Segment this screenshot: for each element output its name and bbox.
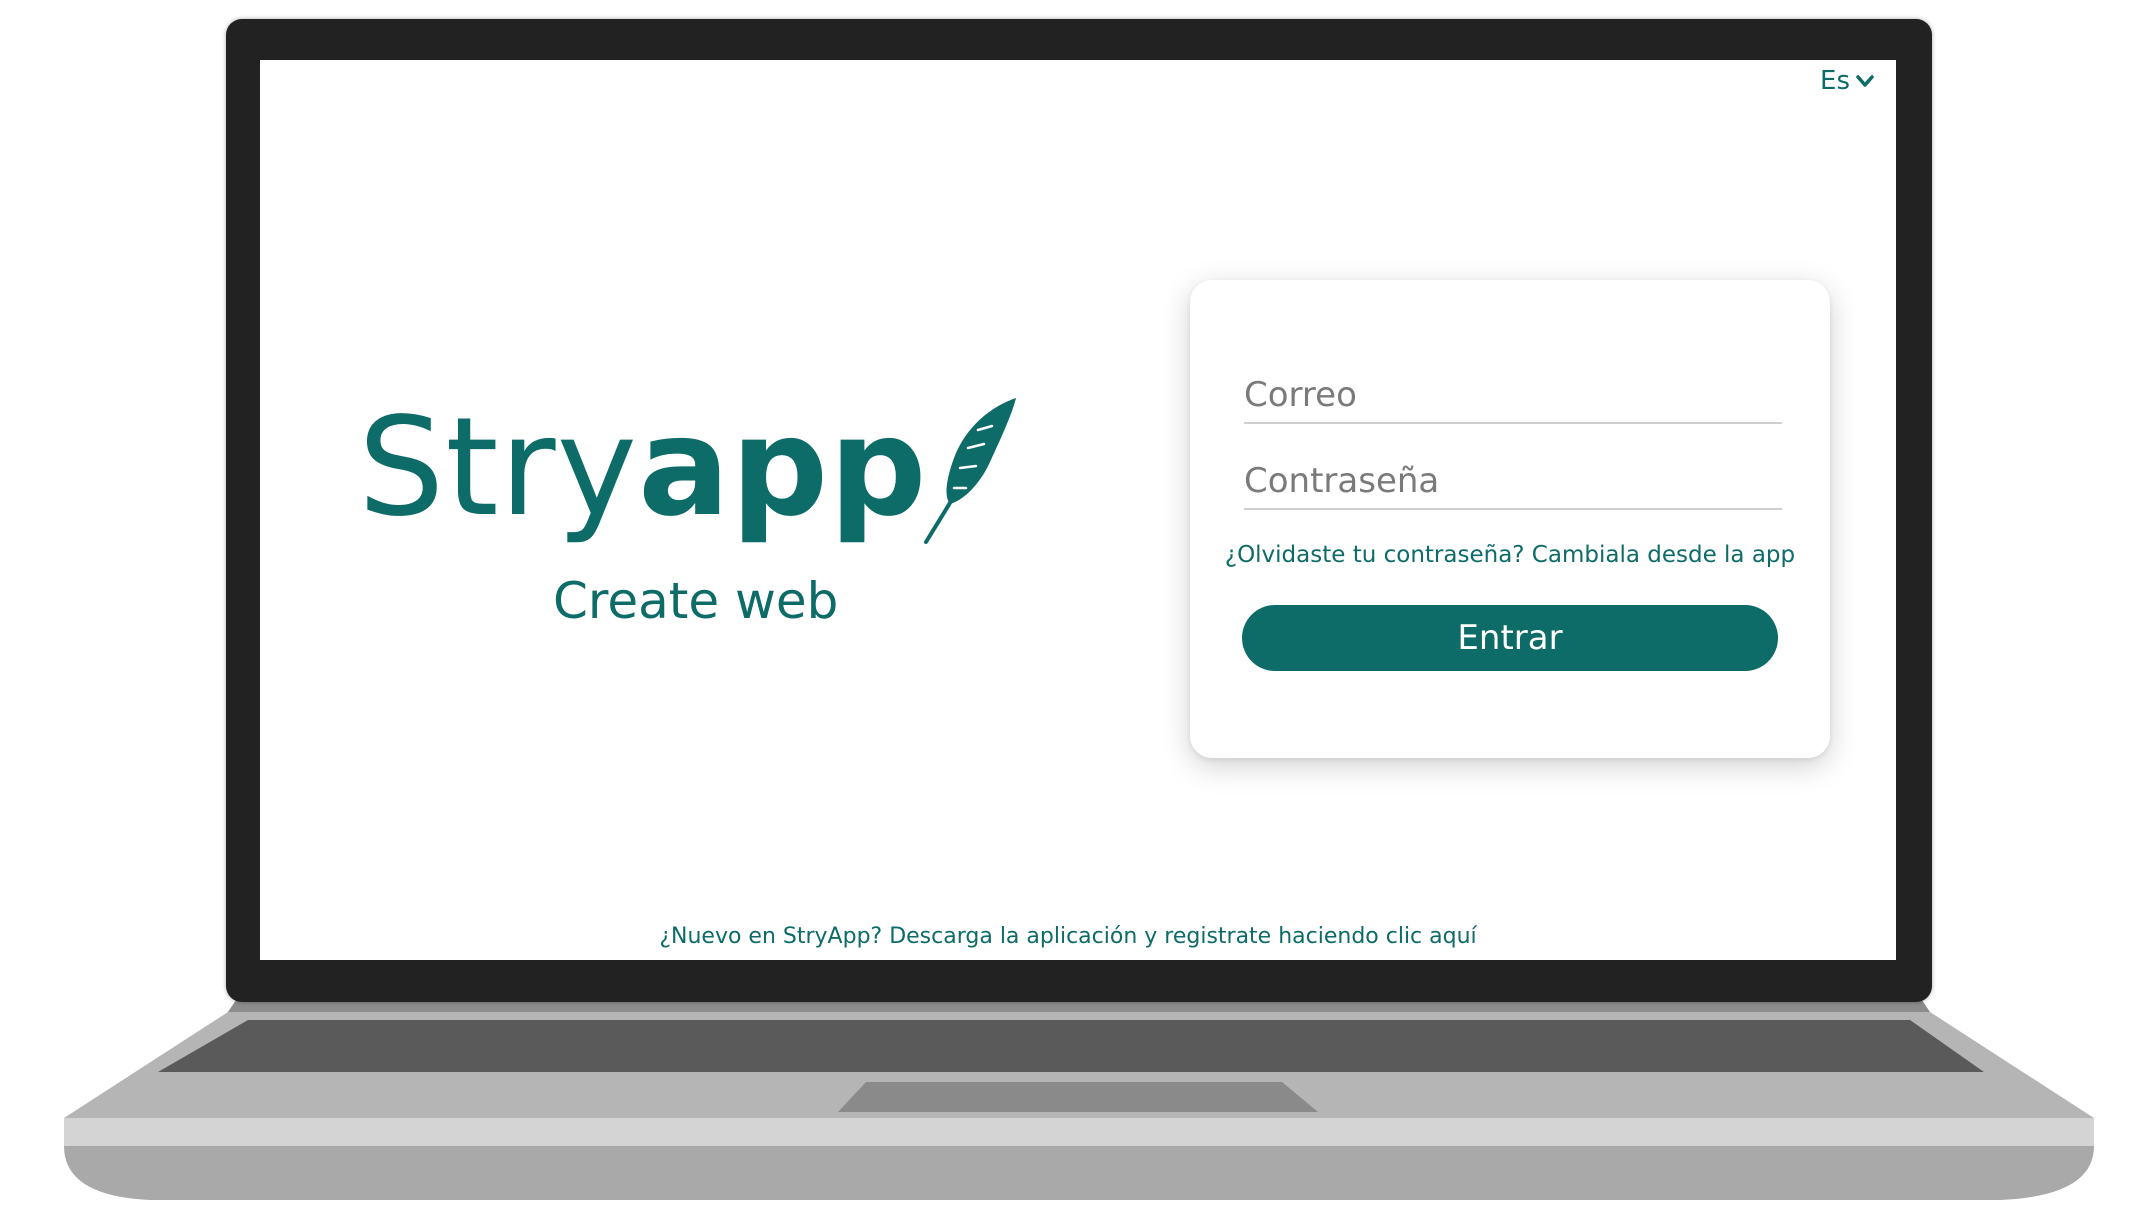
keyboard-deck [158, 1020, 1984, 1072]
trackpad [838, 1082, 1318, 1112]
brand-name-light: Stry [358, 389, 639, 547]
app-screen: Es Stryapp Create web ¿Olvidaste tu cont… [260, 60, 1896, 960]
email-field[interactable] [1244, 368, 1782, 424]
password-field[interactable] [1244, 454, 1782, 510]
login-button[interactable]: Entrar [1242, 605, 1778, 671]
brand-logo-wordmark: Stryapp [358, 400, 928, 536]
signup-link[interactable]: ¿Nuevo en StryApp? Descarga la aplicació… [260, 924, 1876, 949]
brand-block: Stryapp Create web [358, 398, 1016, 660]
laptop-mockup: Es Stryapp Create web ¿Olvidaste tu cont… [0, 0, 2147, 1208]
feather-icon [924, 398, 1016, 544]
language-selector[interactable]: Es [1820, 66, 1876, 96]
brand-name-bold: app [638, 389, 928, 547]
chevron-down-icon[interactable] [1854, 70, 1876, 92]
forgot-password-link[interactable]: ¿Olvidaste tu contraseña? Cambiala desde… [1190, 542, 1830, 568]
brand-subtitle: Create web [553, 572, 839, 630]
login-card: ¿Olvidaste tu contraseña? Cambiala desde… [1190, 280, 1830, 758]
language-label[interactable]: Es [1820, 66, 1850, 96]
